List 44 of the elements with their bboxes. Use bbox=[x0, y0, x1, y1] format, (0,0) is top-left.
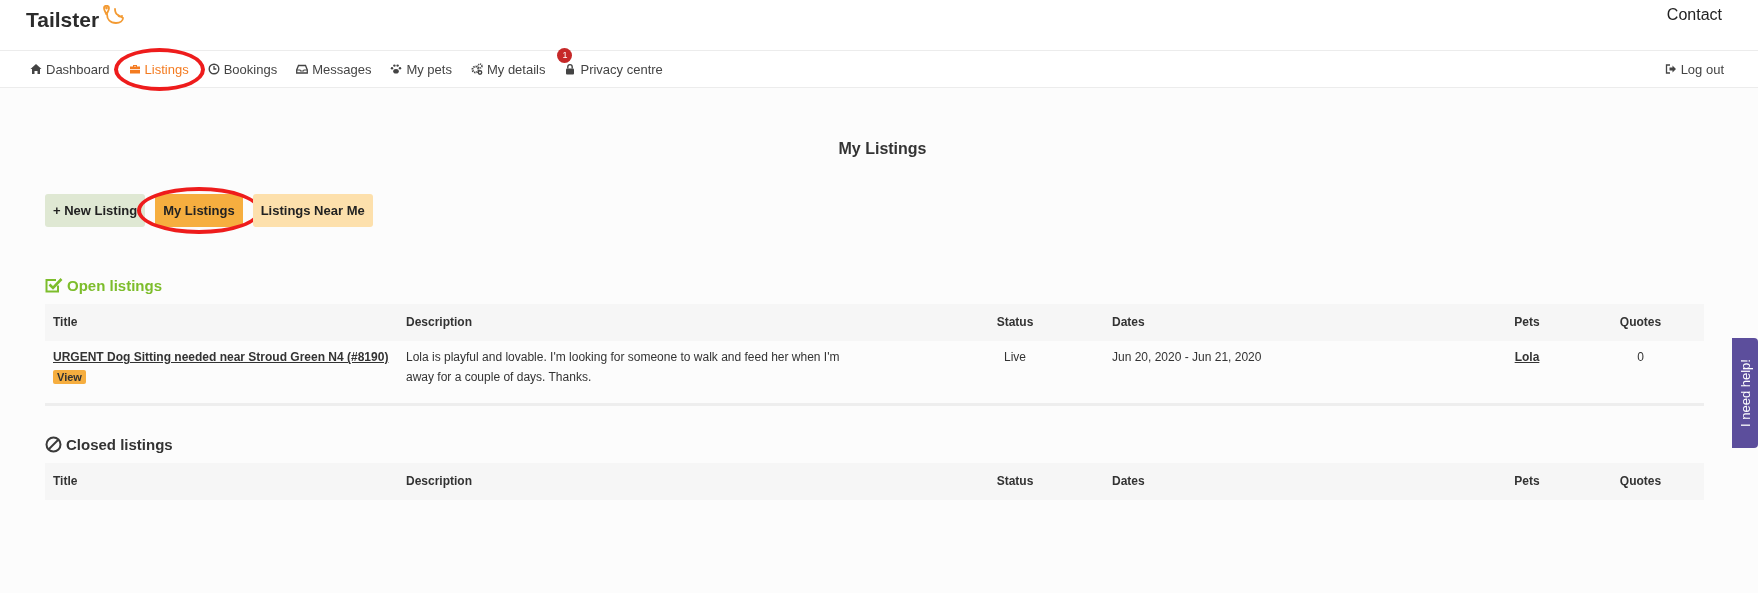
listing-title-link[interactable]: URGENT Dog Sitting needed near Stroud Green N4 (#8190) bbox=[53, 350, 389, 364]
page-title: My Listings bbox=[837, 140, 928, 158]
prohibited-icon bbox=[45, 436, 62, 453]
column-header: Dates bbox=[1075, 304, 1477, 341]
dates-text: Jun 20, 2020 - Jun 21, 2020 bbox=[1112, 350, 1262, 364]
listing-filter-button[interactable]: + New Listing bbox=[45, 194, 146, 227]
nav-tab[interactable]: Privacy centre bbox=[564, 61, 663, 77]
column-header: Dates bbox=[1075, 463, 1477, 500]
status-text: Live bbox=[1004, 350, 1026, 364]
nav-tab[interactable]: Messages bbox=[296, 61, 372, 77]
section-heading: Closed listings bbox=[66, 436, 173, 453]
column-header: Quotes bbox=[1577, 463, 1704, 500]
listing-filter-button[interactable]: Listings Near Me bbox=[252, 194, 373, 227]
nav-tab[interactable]: Bookings bbox=[207, 61, 278, 77]
logout-icon bbox=[1664, 63, 1677, 75]
column-header: Pets bbox=[1477, 463, 1577, 500]
column-header: Status bbox=[955, 304, 1075, 341]
inbox-icon bbox=[296, 63, 309, 75]
quotes-count: 0 bbox=[1637, 350, 1644, 364]
briefcase-icon bbox=[128, 63, 141, 75]
column-header: Quotes bbox=[1577, 304, 1704, 341]
paw-icon bbox=[390, 63, 403, 75]
logo-text[interactable]: Tailster bbox=[26, 8, 100, 32]
clock-icon bbox=[207, 63, 220, 75]
column-header: Description bbox=[398, 304, 955, 341]
help-tab[interactable]: I need help! bbox=[1732, 338, 1758, 448]
home-icon bbox=[30, 63, 42, 75]
lock-icon bbox=[564, 63, 577, 75]
logout-link[interactable]: Log out bbox=[1664, 61, 1724, 77]
column-header: Title bbox=[45, 304, 398, 341]
column-header: Pets bbox=[1477, 304, 1577, 341]
nav-tab[interactable]: Dashboard bbox=[30, 61, 110, 77]
listing-filter-button[interactable]: My Listings bbox=[155, 194, 243, 227]
checkbox-checked-icon bbox=[45, 277, 63, 294]
column-header: Title bbox=[45, 463, 398, 500]
contact-link[interactable]: Contact bbox=[1666, 6, 1722, 24]
description-text: Lola is playful and lovable. I'm looking for someone to walk and feed her when I'm away for a couple of days. Thanks. bbox=[406, 349, 841, 386]
nav-tab[interactable]: My pets bbox=[390, 61, 452, 77]
column-header: Description bbox=[398, 463, 955, 500]
nav-tab[interactable]: My details bbox=[470, 61, 546, 77]
section-heading: Open listings bbox=[67, 277, 162, 294]
pet-link[interactable]: Lola bbox=[1514, 350, 1540, 364]
column-header: Status bbox=[955, 463, 1075, 500]
view-button[interactable]: View bbox=[53, 370, 86, 384]
